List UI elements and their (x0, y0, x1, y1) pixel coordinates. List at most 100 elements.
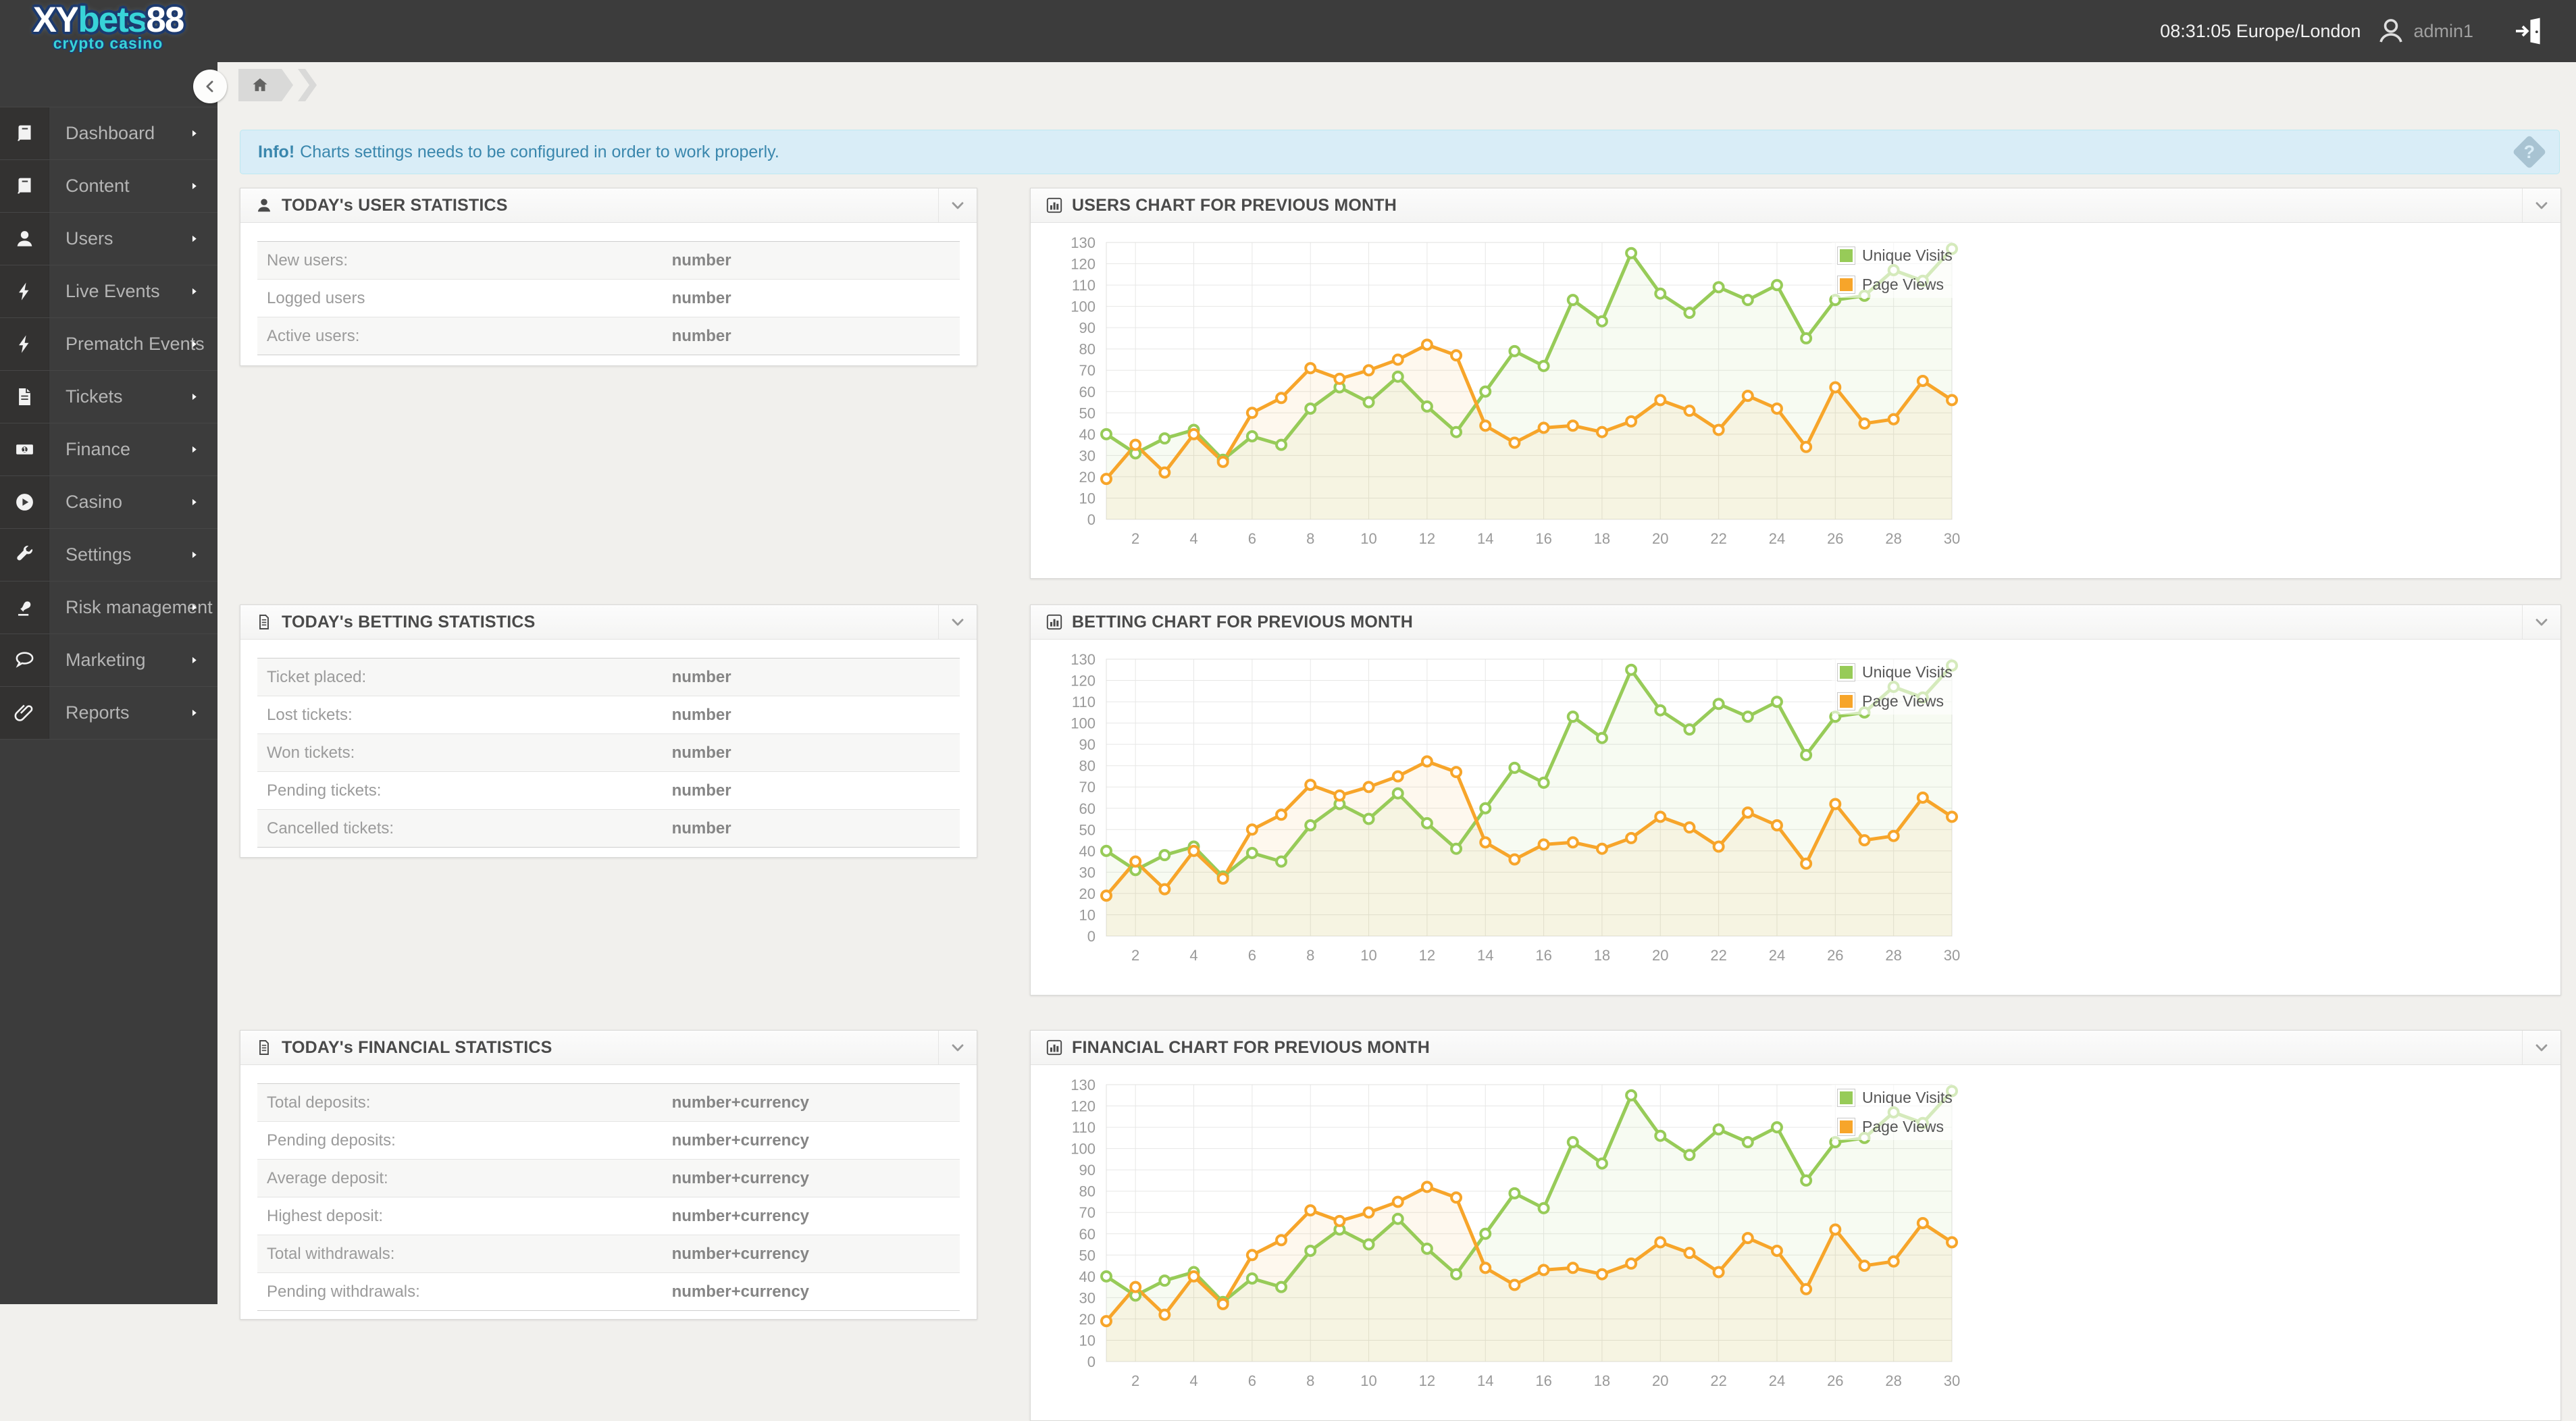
svg-text:50: 50 (1079, 821, 1096, 838)
svg-text:80: 80 (1079, 758, 1096, 775)
sidebar-collapse-button[interactable] (193, 70, 227, 103)
sidebar-item-dashboard[interactable]: Dashboard (0, 107, 217, 160)
stat-value: number (671, 705, 731, 724)
panel-header: TODAY's BETTING STATISTICS (240, 605, 977, 640)
svg-text:30: 30 (1079, 864, 1096, 881)
chart-icon (1046, 613, 1063, 631)
user-icon (0, 213, 49, 265)
panel-collapse-button[interactable] (938, 1031, 977, 1064)
svg-text:90: 90 (1079, 319, 1096, 336)
panel-collapse-button[interactable] (2522, 188, 2560, 222)
stats-table: Total deposits: number+currency Pending de… (257, 1083, 960, 1311)
svg-text:70: 70 (1079, 1204, 1096, 1221)
svg-text:4: 4 (1189, 530, 1197, 547)
sidebar-item-label: Dashboard (66, 123, 155, 143)
stat-row: Total withdrawals: number+currency (257, 1235, 960, 1273)
svg-text:30: 30 (1944, 1372, 1960, 1389)
stat-label: Ticket placed: (267, 667, 367, 686)
chevron-down-icon (2532, 1038, 2551, 1057)
sidebar-item-finance[interactable]: 1 Finance (0, 423, 217, 476)
stat-value: number+currency (671, 1206, 810, 1225)
svg-text:50: 50 (1079, 405, 1096, 421)
svg-text:120: 120 (1071, 256, 1096, 273)
stat-value: number (671, 743, 731, 762)
svg-text:6: 6 (1248, 530, 1256, 547)
sidebar-item-content[interactable]: Content (0, 160, 217, 213)
file-icon (0, 371, 49, 423)
svg-text:26: 26 (1827, 1372, 1843, 1389)
svg-text:80: 80 (1079, 1183, 1096, 1200)
stat-label: Total withdrawals: (267, 1244, 395, 1263)
app-logo[interactable]: XYbets88 crypto casino (18, 1, 199, 53)
chart-icon (1046, 1039, 1063, 1056)
bolt-icon (0, 318, 49, 370)
svg-text:130: 130 (1071, 651, 1096, 668)
legend-entry: Unique Visits (1837, 663, 1953, 681)
svg-text:2: 2 (1131, 947, 1139, 964)
username-label[interactable]: admin1 (2413, 21, 2473, 42)
svg-text:22: 22 (1710, 530, 1726, 547)
sidebar-item-casino[interactable]: Casino (0, 476, 217, 529)
sidebar-item-risk-management[interactable]: Risk management (0, 582, 217, 634)
clock-text: 08:31:05 Europe/London (2160, 20, 2361, 41)
svg-text:18: 18 (1594, 1372, 1610, 1389)
panel-user-statistics: TODAY's USER STATISTICS New users: number… (240, 188, 977, 366)
svg-text:0: 0 (1087, 1353, 1096, 1370)
legend-label: Unique Visits (1862, 1089, 1953, 1106)
svg-text:60: 60 (1079, 1226, 1096, 1243)
svg-text:1: 1 (22, 446, 26, 454)
legend-swatch (1837, 247, 1855, 265)
panel-title: FINANCIAL CHART FOR PREVIOUS MONTH (1072, 1037, 1430, 1057)
chart-legend: Unique Visits Page Views (1832, 1085, 1958, 1140)
sidebar-item-users[interactable]: Users (0, 213, 217, 265)
legend-entry: Page Views (1837, 276, 1953, 294)
sidebar-item-label: Prematch Events (66, 334, 205, 354)
chevron-right-icon (188, 444, 200, 455)
svg-text:100: 100 (1071, 1141, 1096, 1158)
sidebar-item-marketing[interactable]: Marketing (0, 634, 217, 687)
stats-table: Ticket placed: number Lost tickets: number W… (257, 658, 960, 848)
stat-label: Total deposits: (267, 1093, 371, 1112)
sidebar-item-live-events[interactable]: Live Events (0, 265, 217, 318)
stat-label: Pending tickets: (267, 781, 382, 800)
breadcrumb-home-button[interactable] (238, 69, 293, 101)
stat-row: Cancelled tickets: number (257, 810, 960, 847)
sidebar-item-label: Casino (66, 492, 123, 512)
sidebar-item-reports[interactable]: Reports (0, 687, 217, 740)
chevron-right-icon (188, 286, 200, 297)
svg-text:20: 20 (1079, 469, 1096, 486)
panel-collapse-button[interactable] (2522, 1031, 2560, 1064)
panel-betting-statistics: TODAY's BETTING STATISTICS Ticket placed… (240, 604, 977, 858)
svg-text:50: 50 (1079, 1247, 1096, 1264)
svg-text:100: 100 (1071, 715, 1096, 732)
info-alert: Info! Charts settings needs to be config… (240, 130, 2560, 174)
chevron-down-icon (948, 613, 967, 631)
main-content: Info! Charts settings needs to be config… (217, 62, 2576, 1421)
svg-text:12: 12 (1419, 1372, 1435, 1389)
chart-legend: Unique Visits Page Views (1832, 242, 1958, 298)
chevron-right-icon (188, 496, 200, 508)
sidebar-item-label: Reports (66, 702, 130, 723)
sidebar-item-settings[interactable]: Settings (0, 529, 217, 582)
svg-text:120: 120 (1071, 673, 1096, 690)
svg-text:40: 40 (1079, 1268, 1096, 1285)
financial-line-chart: 0 10 20 30 40 50 60 70 80 90 100 110 120 130 2 4 6 8 10 12 1… (1064, 1073, 1983, 1417)
sidebar-item-prematch-events[interactable]: Prematch Events (0, 318, 217, 371)
panel-collapse-button[interactable] (938, 605, 977, 639)
svg-text:20: 20 (1079, 885, 1096, 902)
svg-text:8: 8 (1306, 530, 1314, 547)
svg-text:8: 8 (1306, 1372, 1314, 1389)
chevron-down-icon (2532, 196, 2551, 215)
svg-text:110: 110 (1072, 1119, 1096, 1136)
stat-row: Pending tickets: number (257, 772, 960, 810)
panel-collapse-button[interactable] (2522, 605, 2560, 639)
svg-text:12: 12 (1419, 530, 1435, 547)
sidebar-item-tickets[interactable]: Tickets (0, 371, 217, 423)
avatar-icon[interactable] (2375, 16, 2406, 47)
logout-icon[interactable] (2513, 16, 2544, 47)
help-icon[interactable]: ? (2512, 134, 2547, 170)
panel-collapse-button[interactable] (938, 188, 977, 222)
svg-text:16: 16 (1535, 947, 1551, 964)
svg-text:120: 120 (1071, 1098, 1096, 1115)
stat-row: Highest deposit: number+currency (257, 1197, 960, 1235)
